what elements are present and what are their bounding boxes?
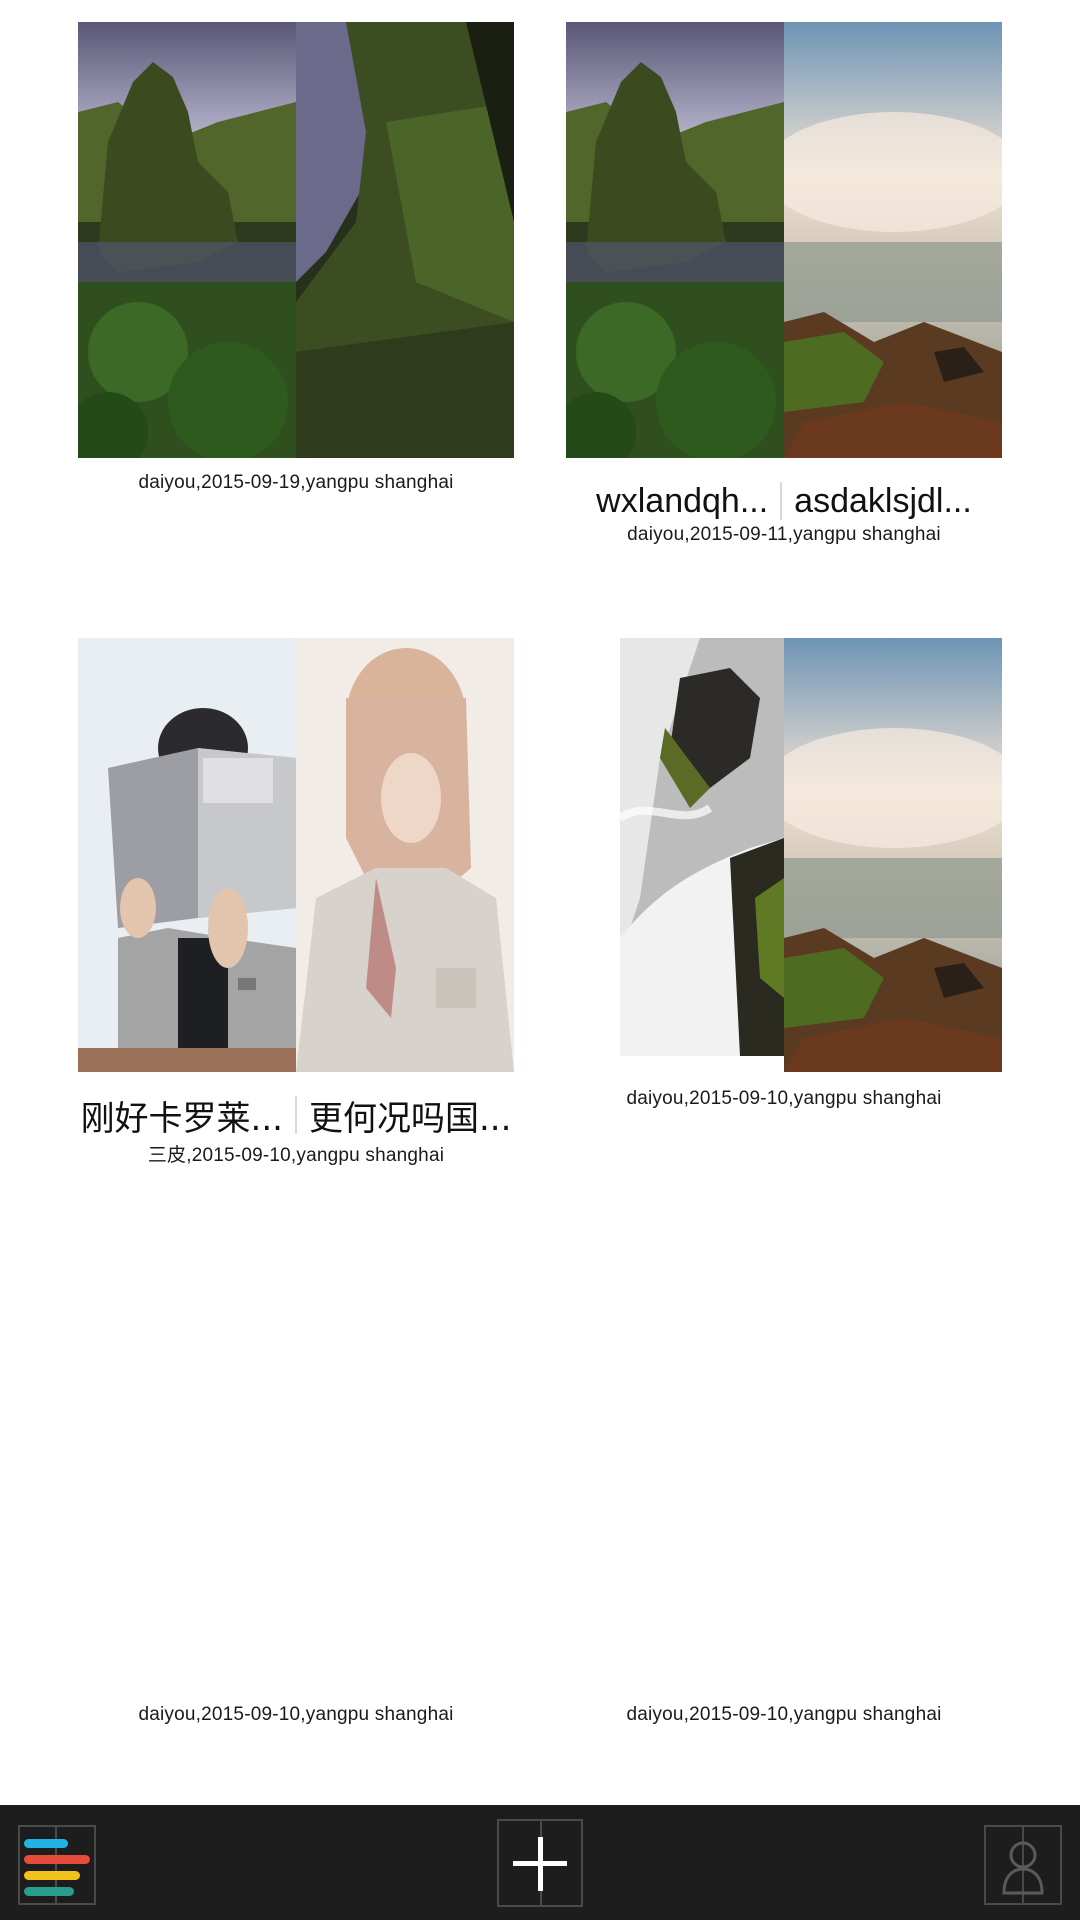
- post-card-1[interactable]: [78, 22, 514, 458]
- profile-button[interactable]: [984, 1825, 1062, 1905]
- post-card-6[interactable]: [566, 1254, 1002, 1690]
- post-caption-1: daiyou,2015-09-19,yangpu shanghai: [138, 472, 454, 493]
- waterfall-photo: [620, 638, 784, 1056]
- post-image-left: [78, 638, 296, 1072]
- post-titles-3: 刚好卡罗莱... 更何况吗国...: [70, 1090, 522, 1140]
- post-image-left: [620, 638, 784, 1056]
- colored-list-icon: [24, 1887, 74, 1896]
- colored-list-icon: [24, 1871, 80, 1880]
- post-caption-3: 三皮,2015-09-10,yangpu shanghai: [147, 1145, 445, 1166]
- add-post-button[interactable]: [497, 1819, 583, 1907]
- title-divider: [295, 1096, 297, 1134]
- mountain-photo: [78, 22, 296, 458]
- person-silhouette-icon: [1002, 1841, 1044, 1895]
- reading-woman-photo: [78, 638, 296, 1072]
- green-slope-photo: [296, 22, 514, 458]
- mountain-photo: [566, 22, 784, 458]
- post-title-left: 刚好卡罗莱...: [80, 1098, 283, 1139]
- post-caption-2: daiyou,2015-09-11,yangpu shanghai: [627, 524, 941, 545]
- post-caption-4: daiyou,2015-09-10,yangpu shanghai: [626, 1088, 942, 1109]
- post-image-right: [296, 22, 514, 458]
- post-image-right: [784, 638, 1002, 1072]
- post-image-right: [296, 638, 514, 1072]
- post-image-right: [784, 22, 1002, 458]
- post-image-left: [566, 22, 784, 458]
- post-image-left: [78, 22, 296, 458]
- post-caption-5: daiyou,2015-09-10,yangpu shanghai: [138, 1704, 454, 1725]
- colored-list-icon: [24, 1839, 68, 1848]
- post-titles-2: wxlandqh... asdaklsjdl...: [566, 476, 1002, 526]
- menu-button[interactable]: [18, 1825, 96, 1905]
- plus-icon: [538, 1837, 543, 1891]
- sea-cliff-photo: [784, 22, 1002, 458]
- bottom-toolbar: [0, 1805, 1080, 1920]
- post-card-2[interactable]: [566, 22, 1002, 458]
- post-card-3[interactable]: [78, 638, 514, 1072]
- post-caption-6: daiyou,2015-09-10,yangpu shanghai: [626, 1704, 942, 1725]
- post-title-left: wxlandqh...: [596, 481, 769, 520]
- sea-cliff-photo: [784, 638, 1002, 1072]
- colored-list-icon: [24, 1855, 90, 1864]
- post-card-4[interactable]: [620, 638, 1002, 1072]
- post-title-right: 更何况吗国...: [309, 1098, 512, 1139]
- title-divider: [780, 482, 783, 520]
- post-card-5[interactable]: [78, 1254, 514, 1690]
- post-title-right: asdaklsjdl...: [794, 481, 972, 520]
- girl-portrait-photo: [296, 638, 514, 1072]
